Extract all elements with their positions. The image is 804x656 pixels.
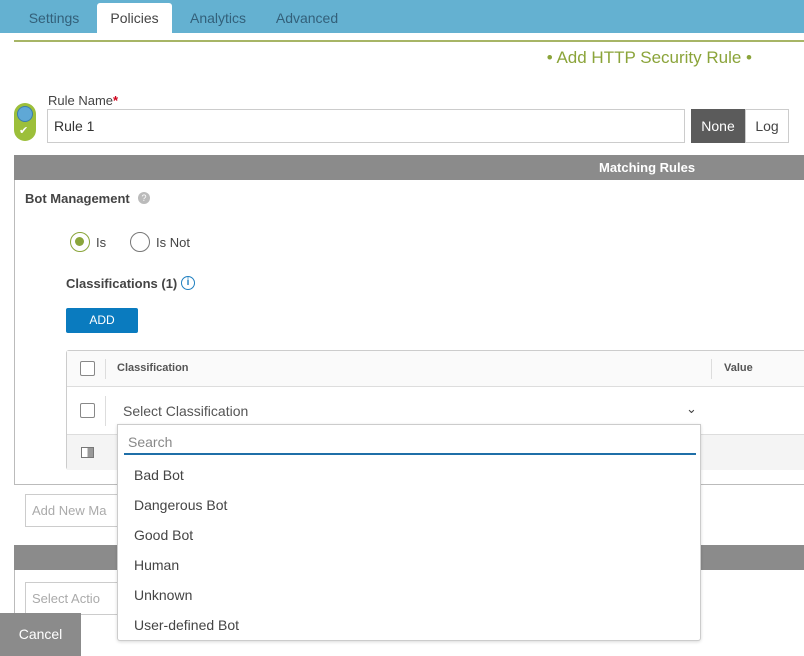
required-mark: * <box>113 93 119 108</box>
option-user-defined-bot[interactable]: User-defined Bot <box>134 617 239 633</box>
column-value[interactable]: Value <box>724 362 753 374</box>
info-icon[interactable]: i <box>181 276 195 290</box>
page-title: • Add HTTP Security Rule • <box>546 48 752 67</box>
log-button[interactable]: Log <box>745 109 789 143</box>
classifications-label: Classifications (1) <box>66 276 178 291</box>
tab-settings[interactable]: Settings <box>17 3 91 33</box>
check-icon: ✔ <box>19 125 29 137</box>
bot-management-label: Bot Management <box>25 191 130 206</box>
classification-dropdown: Search Bad Bot Dangerous Bot Good Bot Hu… <box>117 424 701 641</box>
radio-is-not-indicator[interactable] <box>130 232 150 252</box>
option-dangerous-bot[interactable]: Dangerous Bot <box>134 497 227 513</box>
toggle-knob <box>17 106 33 122</box>
radio-is-label: Is <box>96 234 107 250</box>
radio-is-not[interactable]: Is Not <box>130 232 190 252</box>
tab-bar: Settings Policies Analytics Advanced <box>0 0 804 33</box>
radio-is[interactable]: Is <box>70 232 106 252</box>
none-button[interactable]: None <box>691 109 745 143</box>
classification-select[interactable]: Select Classification <box>123 403 248 419</box>
radio-is-not-label: Is Not <box>156 234 190 250</box>
rule-name-input[interactable]: Rule 1 <box>47 109 685 143</box>
help-icon[interactable]: ? <box>138 192 150 204</box>
divider <box>14 40 804 42</box>
cancel-button[interactable]: Cancel <box>0 613 81 656</box>
radio-is-indicator[interactable] <box>70 232 90 252</box>
chevron-down-icon[interactable]: ⌄ <box>686 401 697 417</box>
option-bad-bot[interactable]: Bad Bot <box>134 467 184 483</box>
rule-name-label: Rule Name* <box>48 93 119 108</box>
column-toggle-icon[interactable] <box>81 447 94 458</box>
option-unknown[interactable]: Unknown <box>134 587 192 603</box>
option-human[interactable]: Human <box>134 557 179 573</box>
add-button[interactable]: ADD <box>66 308 138 333</box>
enable-toggle[interactable]: ✔ <box>14 103 36 141</box>
option-good-bot[interactable]: Good Bot <box>134 527 193 543</box>
matching-rules-header: Matching Rules <box>14 155 804 180</box>
tab-analytics[interactable]: Analytics <box>180 3 256 33</box>
search-input[interactable]: Search <box>124 431 696 455</box>
select-all-checkbox[interactable] <box>80 361 95 376</box>
tab-policies[interactable]: Policies <box>97 3 172 33</box>
tab-advanced[interactable]: Advanced <box>266 3 348 33</box>
row-checkbox[interactable] <box>80 403 95 418</box>
column-classification[interactable]: Classification <box>117 362 189 374</box>
